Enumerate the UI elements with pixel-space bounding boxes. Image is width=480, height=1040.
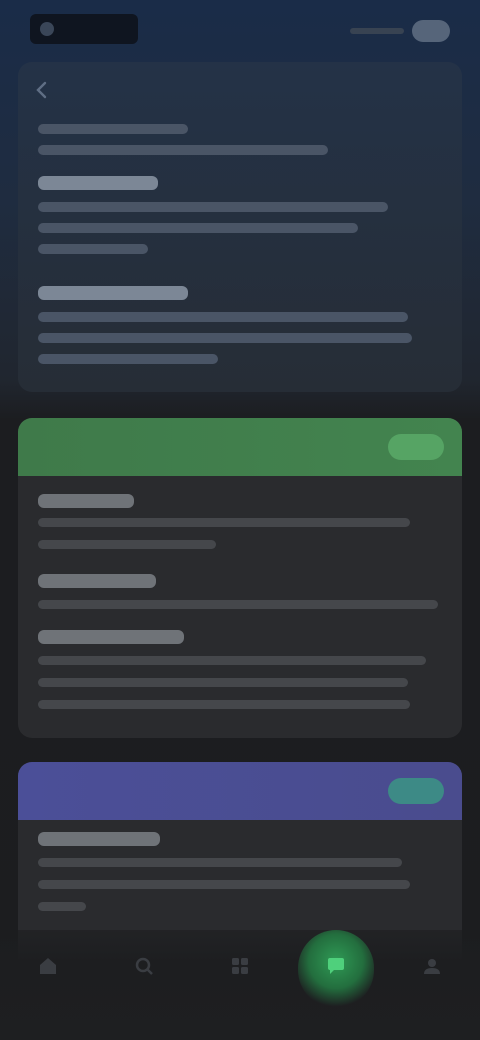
- green-section-card[interactable]: [18, 418, 462, 738]
- brand-name: [62, 23, 124, 35]
- card-text-line: [38, 678, 408, 687]
- card-text-line: [38, 518, 410, 527]
- status-bar: [0, 0, 480, 60]
- battery-icon: [412, 20, 450, 42]
- nav-label: [306, 988, 366, 1002]
- chat-icon: [328, 958, 344, 974]
- profile-icon: [424, 959, 440, 974]
- card-text-line: [38, 858, 402, 867]
- card-text-line: [38, 880, 410, 889]
- purple-card-header[interactable]: [18, 762, 462, 820]
- intro-paragraph: [38, 124, 438, 166]
- logo-icon: [40, 22, 54, 36]
- status-text: [350, 28, 404, 34]
- green-card-badge[interactable]: [388, 434, 444, 460]
- purple-card-label: [38, 782, 278, 800]
- nav-item-profile[interactable]: [392, 944, 472, 1014]
- app-logo: [30, 14, 138, 44]
- chevron-left-icon: [36, 81, 47, 99]
- back-button[interactable]: [30, 78, 54, 102]
- card-text-line: [38, 656, 426, 665]
- card-sub-heading: [38, 630, 184, 644]
- nav-label: [402, 988, 462, 1002]
- card-text-line: [38, 902, 86, 911]
- nav-label: [18, 988, 78, 1002]
- nav-label: [114, 988, 174, 1002]
- home-icon: [40, 958, 56, 974]
- card-text-line: [38, 540, 216, 549]
- info-panel: [18, 62, 462, 392]
- nav-label: [210, 988, 270, 1002]
- card-sub-heading: [38, 494, 134, 508]
- nav-item-grid[interactable]: [200, 944, 280, 1014]
- card-sub-heading: [38, 574, 156, 588]
- status-indicators: [350, 18, 450, 44]
- section-heading: [38, 176, 158, 190]
- nav-item-home[interactable]: [8, 944, 88, 1014]
- card-text-line: [38, 700, 410, 709]
- search-icon: [135, 957, 153, 975]
- nav-item-chat[interactable]: [296, 944, 376, 1014]
- bottom-navigation: [0, 930, 480, 1040]
- nav-item-search[interactable]: [104, 944, 184, 1014]
- green-card-label: [38, 438, 130, 456]
- card-sub-heading: [38, 832, 160, 846]
- app-screen: [0, 0, 480, 1040]
- green-card-header[interactable]: [18, 418, 462, 476]
- purple-card-badge[interactable]: [388, 778, 444, 804]
- card-text-line: [38, 600, 438, 609]
- page-title: [78, 78, 438, 102]
- section-heading: [38, 286, 188, 300]
- section-paragraph: [38, 312, 438, 375]
- section-paragraph: [38, 202, 438, 265]
- grid-icon: [232, 958, 248, 974]
